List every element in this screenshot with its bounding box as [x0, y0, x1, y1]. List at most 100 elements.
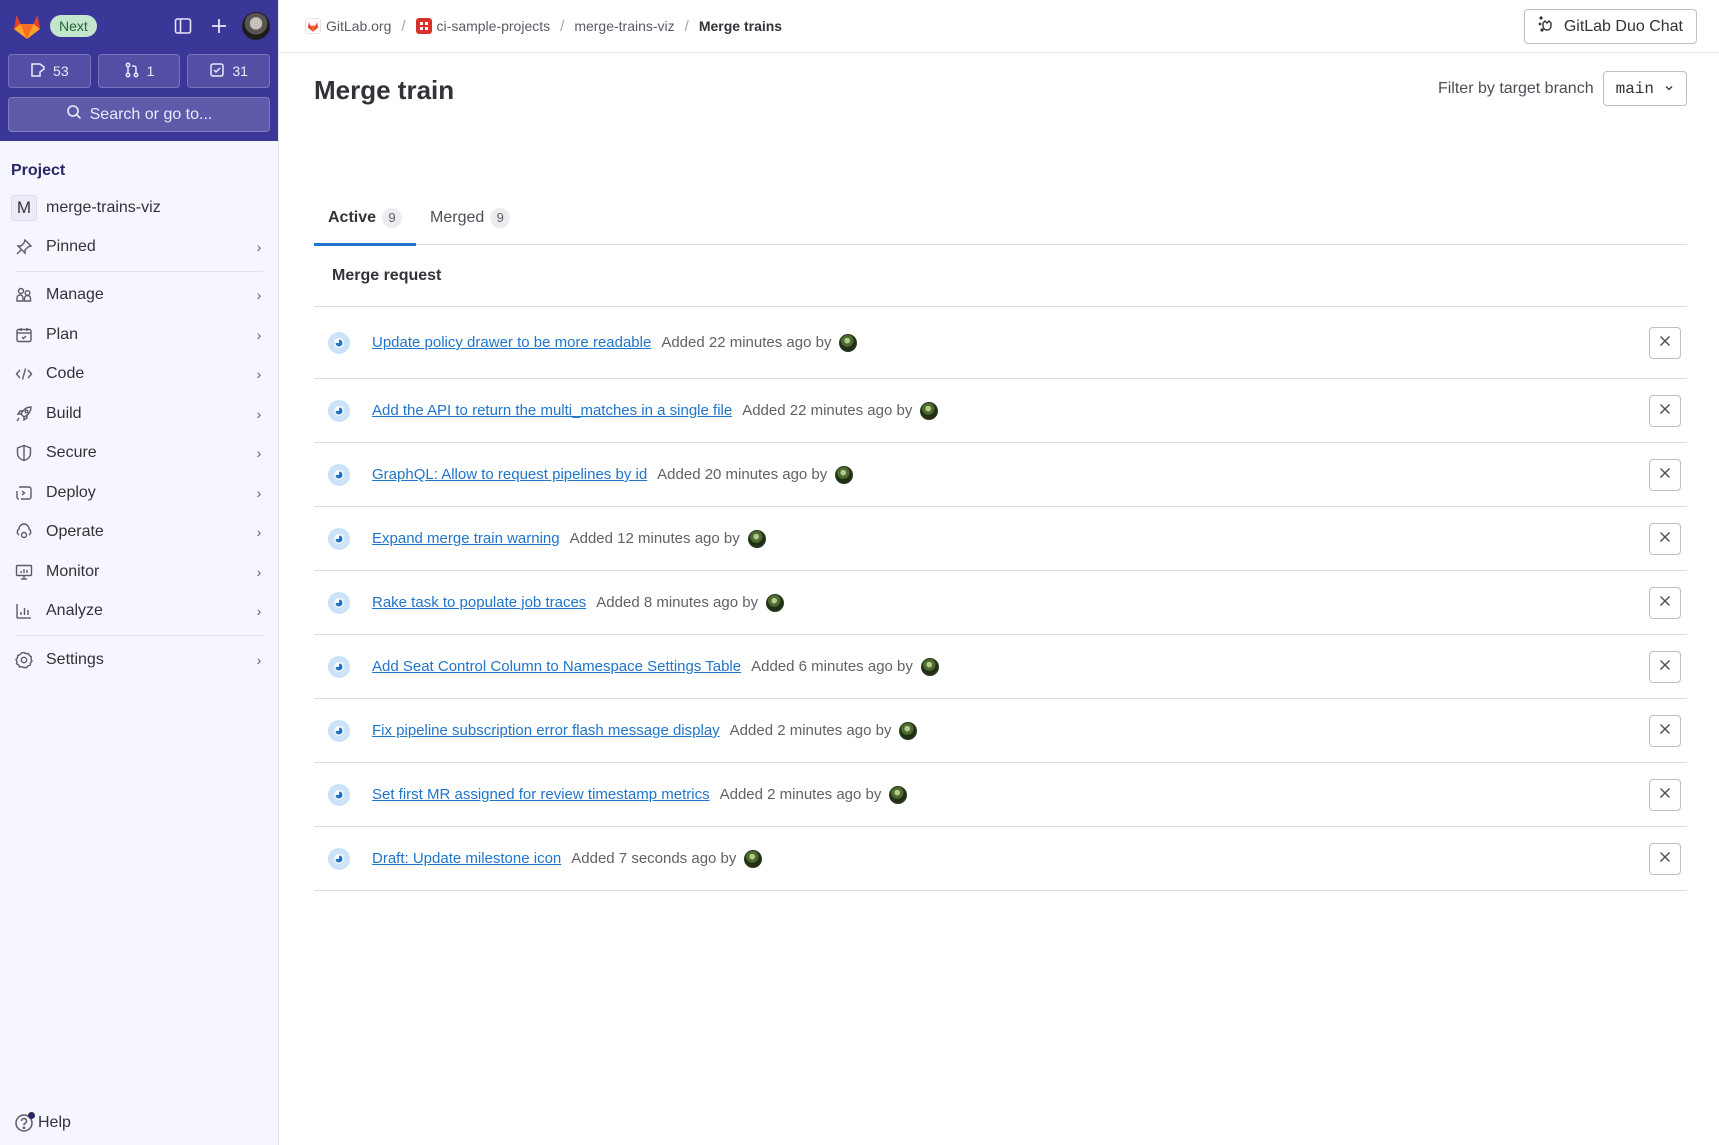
breadcrumb: GitLab.org / ci-sample-projects / merge-… [305, 18, 782, 35]
sidebar-header: Next 53 1 31 Search or go to... [0, 0, 278, 141]
pipeline-running-icon[interactable] [328, 591, 350, 614]
users-icon [14, 285, 34, 305]
project-name: merge-trains-viz [46, 199, 161, 216]
author-avatar[interactable] [839, 333, 858, 352]
gitlab-logo-icon[interactable] [12, 12, 42, 40]
group-avatar-icon [415, 18, 432, 34]
merge-request-link[interactable]: Draft: Update milestone icon [372, 850, 561, 867]
sidebar: Next 53 1 31 Search or go to... Project … [0, 0, 279, 1145]
plus-icon[interactable] [202, 9, 236, 43]
project-link[interactable]: M merge-trains-viz [0, 189, 278, 227]
chevron-right-icon: › [256, 651, 262, 668]
filter-label: Filter by target branch [1437, 79, 1594, 97]
author-avatar[interactable] [835, 465, 854, 484]
author-avatar[interactable] [747, 529, 766, 548]
remove-from-train-button[interactable] [1649, 394, 1681, 427]
breadcrumb-current[interactable]: Merge trains [699, 18, 782, 34]
issues-count: 53 [53, 63, 69, 79]
sidebar-item-operate[interactable]: Operate › [0, 513, 278, 553]
close-icon [1659, 466, 1671, 483]
sidebar-item-analyze[interactable]: Analyze › [0, 592, 278, 632]
merge-request-link[interactable]: Expand merge train warning [372, 530, 560, 547]
table-row: Set first MR assigned for review timesta… [314, 763, 1687, 827]
sidebar-divider [15, 635, 263, 636]
todos-count-button[interactable]: 31 [187, 54, 271, 88]
close-icon [1659, 334, 1671, 351]
toggle-sidebar-icon[interactable] [166, 9, 200, 43]
author-avatar[interactable] [899, 721, 918, 740]
pipeline-running-icon[interactable] [328, 655, 350, 678]
close-icon [1659, 402, 1671, 419]
author-avatar[interactable] [889, 785, 908, 804]
duo-sparkle-icon [1538, 15, 1556, 38]
pipeline-running-icon[interactable] [328, 463, 350, 486]
sidebar-item-deploy[interactable]: Deploy › [0, 473, 278, 513]
added-timestamp: Added 22 minutes ago by [742, 402, 913, 419]
table-row: Expand merge train warning Added 12 minu… [314, 507, 1687, 571]
author-avatar[interactable] [920, 657, 939, 676]
pipeline-running-icon[interactable] [328, 719, 350, 742]
sidebar-item-secure[interactable]: Secure › [0, 434, 278, 474]
page-title: Merge train [314, 75, 455, 105]
rocket-icon [14, 404, 34, 424]
pin-icon [14, 237, 34, 257]
merge-request-link[interactable]: GraphQL: Allow to request pipelines by i… [372, 466, 647, 483]
sidebar-item-build[interactable]: Build › [0, 394, 278, 434]
pipeline-running-icon[interactable] [328, 331, 350, 354]
remove-from-train-button[interactable] [1649, 778, 1681, 811]
breadcrumb-separator: / [560, 17, 565, 35]
target-branch-dropdown[interactable]: main [1602, 71, 1687, 106]
breadcrumb-item-merge-trains-viz[interactable]: merge-trains-viz [574, 18, 674, 34]
pipeline-running-icon[interactable] [328, 527, 350, 550]
chevron-right-icon: › [256, 563, 262, 580]
breadcrumb-item-gitlab-org[interactable]: GitLab.org [305, 18, 391, 34]
merge-request-link[interactable]: Rake task to populate job traces [372, 594, 586, 611]
tab-active[interactable]: Active 9 [314, 190, 417, 246]
gear-icon [14, 650, 34, 670]
sidebar-item-code[interactable]: Code › [0, 355, 278, 395]
merge-request-link[interactable]: Fix pipeline subscription error flash me… [372, 722, 720, 739]
added-timestamp: Added 7 seconds ago by [571, 850, 737, 867]
remove-from-train-button[interactable] [1649, 522, 1681, 555]
author-avatar[interactable] [920, 401, 939, 420]
sidebar-item-monitor[interactable]: Monitor › [0, 552, 278, 592]
breadcrumb-item-ci-sample-projects[interactable]: ci-sample-projects [415, 18, 550, 34]
remove-from-train-button[interactable] [1649, 458, 1681, 491]
author-avatar[interactable] [766, 593, 785, 612]
remove-from-train-button[interactable] [1649, 586, 1681, 619]
help-button[interactable]: Help [14, 1112, 71, 1133]
merge-request-link[interactable]: Add Seat Control Column to Namespace Set… [372, 658, 741, 675]
merge-requests-count-button[interactable]: 1 [97, 54, 181, 88]
remove-from-train-button[interactable] [1649, 842, 1681, 875]
pipeline-running-icon[interactable] [328, 783, 350, 806]
close-icon [1659, 722, 1671, 739]
cloud-gear-icon [14, 522, 34, 542]
pipeline-running-icon[interactable] [328, 399, 350, 422]
sidebar-item-settings[interactable]: Settings › [0, 640, 278, 680]
issues-count-button[interactable]: 53 [8, 54, 91, 88]
author-avatar[interactable] [744, 849, 763, 868]
issues-icon [30, 62, 46, 81]
sidebar-divider [15, 270, 263, 272]
remove-from-train-button[interactable] [1649, 714, 1681, 747]
user-avatar[interactable] [242, 12, 270, 40]
tab-merged[interactable]: Merged 9 [416, 190, 524, 245]
search-button[interactable]: Search or go to... [8, 97, 270, 132]
merge-request-link[interactable]: Add the API to return the multi_matches … [372, 402, 732, 419]
merge-train-list: Update policy drawer to be more readable… [314, 307, 1687, 891]
duo-chat-button[interactable]: GitLab Duo Chat [1523, 9, 1697, 44]
merge-request-link[interactable]: Update policy drawer to be more readable [372, 334, 651, 351]
chevron-right-icon: › [256, 238, 262, 255]
remove-from-train-button[interactable] [1649, 650, 1681, 683]
sidebar-item-manage[interactable]: Manage › [0, 276, 278, 316]
sidebar-item-plan[interactable]: Plan › [0, 315, 278, 355]
added-timestamp: Added 8 minutes ago by [596, 594, 759, 611]
close-icon [1659, 530, 1671, 547]
chevron-right-icon: › [256, 445, 262, 462]
sidebar-item-pinned[interactable]: Pinned › [0, 227, 278, 267]
remove-from-train-button[interactable] [1649, 326, 1681, 359]
chevron-right-icon: › [256, 524, 262, 541]
merge-request-link[interactable]: Set first MR assigned for review timesta… [372, 786, 710, 803]
duo-chat-label: GitLab Duo Chat [1563, 17, 1683, 35]
pipeline-running-icon[interactable] [328, 847, 350, 870]
